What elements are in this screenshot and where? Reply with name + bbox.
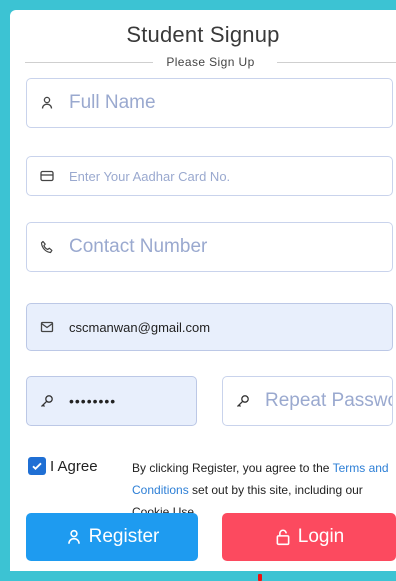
login-label: Login [297, 526, 345, 547]
register-button[interactable]: Register [26, 513, 198, 561]
key-icon [39, 393, 55, 409]
contact-input[interactable] [69, 236, 392, 258]
agree-label: I Agree [50, 457, 98, 475]
agree-checkbox[interactable] [28, 457, 46, 475]
user-icon [39, 95, 55, 111]
password-field[interactable] [26, 376, 197, 426]
login-button[interactable]: Login [222, 513, 396, 561]
email-field[interactable] [26, 303, 393, 351]
divider-right [277, 62, 396, 63]
checkmark-icon [32, 462, 42, 470]
repeat-password-field[interactable] [222, 376, 393, 426]
aadhar-input[interactable] [69, 168, 392, 184]
full-name-field[interactable] [26, 78, 393, 128]
page-title: Student Signup [126, 22, 280, 47]
password-input[interactable] [69, 393, 196, 409]
envelope-icon [39, 319, 55, 335]
indicator-dot [258, 574, 262, 581]
subtitle-row: Please Sign Up [25, 55, 396, 69]
email-input[interactable] [69, 319, 392, 335]
repeat-password-input[interactable] [265, 390, 392, 412]
full-name-input[interactable] [69, 92, 392, 114]
signup-card: Student Signup Please Sign Up Full Name … [10, 10, 396, 581]
user-icon [67, 529, 80, 544]
id-card-icon [39, 168, 55, 184]
terms-before: By clicking Register, you agree to the [132, 461, 333, 475]
contact-field[interactable] [26, 222, 393, 272]
phone-icon [39, 239, 55, 255]
agree-checkbox-row[interactable]: I Agree [28, 457, 98, 475]
register-label: Register [88, 526, 160, 547]
unlock-icon [276, 529, 290, 546]
aadhar-field[interactable] [26, 156, 393, 196]
key-icon [235, 393, 251, 409]
